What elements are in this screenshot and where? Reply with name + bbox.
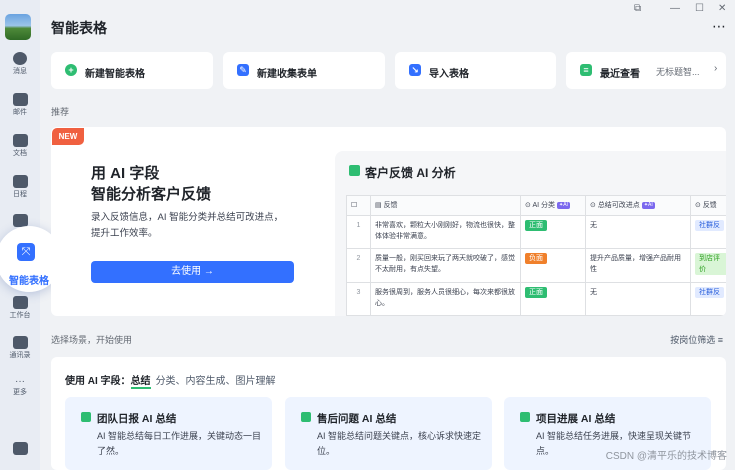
table-row[interactable]: 2 质量一般，刚买回来玩了两天就咬破了，感觉不太耐用，有点失望。 负面 提升产品… [347,249,726,283]
ai-badge: ✦AI [641,201,655,209]
status-badge: 正面 [525,220,547,231]
close-icon[interactable]: ✕ [718,3,726,14]
form-icon: ✎ [237,64,249,76]
tab-other-features[interactable]: 分类、内容生成、图片理解 [156,376,276,387]
table-icon [301,412,311,422]
sidebar-item-docs[interactable]: 文档 [0,134,40,158]
image-icon [12,214,28,227]
minimize-icon[interactable]: — [670,3,680,14]
scene-card-daily-report[interactable]: 团队日报 AI 总结 AI 智能总结每日工作进展，关键动态一目了然。 [65,397,272,470]
page-title: 智能表格 [51,20,107,36]
table-icon [520,412,530,422]
banner-description: 录入反馈信息，AI 智能分类并总结可改进点，提升工作效率。 [91,212,284,239]
sidebar-stats[interactable] [0,442,40,455]
source-tag: 到店评价 [695,253,726,275]
preview-title: 客户反馈 AI 分析 [365,166,456,180]
ai-field-icon: ⊙ [695,202,703,209]
source-tag: 社群反 [695,220,724,231]
calendar-icon [12,175,28,188]
use-ai-field-label: 使用 AI 字段： [65,376,131,387]
mail-icon [12,93,28,106]
new-form-button[interactable]: ✎ 新建收集表单 [223,52,385,89]
doc-icon [12,134,28,147]
chevron-right-icon: › [714,63,718,74]
header-feedback-source: ⊙ 反馈 [695,202,717,209]
plus-circle-icon: + [65,64,77,76]
sidebar-item-calendar[interactable]: 日程 [0,175,40,199]
sidebar-item-photos[interactable] [0,214,40,227]
go-use-button[interactable]: 去使用 → [91,261,294,283]
main-area: 智能表格 ⧉ — ☐ ✕ ⋯ + 新建智能表格 ✎ 新建收集表单 ↘ 导入表格 … [40,0,735,470]
select-all-checkbox[interactable]: ☐ [347,196,371,215]
source-tag: 社群反 [695,287,724,298]
status-badge: 负面 [525,253,547,264]
header-feedback: ▤ 反馈 [371,196,521,215]
sidebar-item-more[interactable]: ··· 更多 [0,376,40,397]
ai-field-tabs: 使用 AI 字段：总结 分类、内容生成、图片理解 [65,372,276,389]
recent-view-button[interactable]: ≡ 最近查看 无标题智... › [566,52,726,89]
avatar[interactable] [5,14,31,40]
sidebar-item-contacts[interactable]: 通讯录 [0,336,40,360]
preview-panel: 客户反馈 AI 分析 ☐ ▤ 反馈 ⊙ AI 分类 ✦AI ⊙ 总结可改进点 ✦AI… [335,151,726,316]
ai-badge: ✦AI [557,201,570,209]
banner-title-2: 智能分析客户反馈 [91,186,212,203]
scenes-label: 选择场景，开始使用 [51,335,133,345]
maximize-icon[interactable]: ☐ [695,3,704,14]
ai-field-banner: NEW 用 AI 字段 智能分析客户反馈 录入反馈信息，AI 智能分类并总结可改… [51,127,726,316]
pin-icon[interactable]: ⧉ [634,3,641,14]
new-smart-table-button[interactable]: + 新建智能表格 [51,52,213,89]
preview-table: ☐ ▤ 反馈 ⊙ AI 分类 ✦AI ⊙ 总结可改进点 ✦AI ⊙ 反馈 1 非常喜… [346,195,726,316]
banner-title-1: 用 AI 字段 [91,165,160,182]
sidebar-item-messages[interactable]: 消息 [0,52,40,76]
bar-chart-icon [12,442,28,455]
more-options-icon[interactable]: ⋯ [712,18,727,35]
new-badge: NEW [52,128,84,145]
ai-field-icon: ⊙ [590,202,598,209]
role-filter[interactable]: 按岗位筛选 ≡ [670,333,723,346]
sidebar-item-workbench[interactable]: 工作台 [0,296,40,320]
scene-card-after-sales[interactable]: 售后问题 AI 总结 AI 智能总结问题关键点，核心诉求快速定位。 [285,397,492,470]
sidebar-item-mail[interactable]: 邮件 [0,93,40,117]
watermark: CSDN @清平乐的技术博客 [605,451,727,462]
header-summary: ⊙ 总结可改进点 ✦AI [586,196,691,215]
text-field-icon: ▤ [375,202,384,209]
tab-summary[interactable]: 总结 [130,376,151,389]
smart-table-icon: ⤧ [17,243,35,261]
table-row[interactable]: 1 非常喜欢，颗粒大小刚刚好，物流也很快，整体体验非常满意。 正面 无 社群反 [347,216,726,249]
chat-icon [13,52,27,65]
recent-icon: ≡ [580,64,592,76]
dots-icon: ··· [15,376,25,387]
table-row[interactable]: 3 服务很周到，服务人员很细心，每次来都很放心。 正面 无 社群反 [347,283,726,316]
header-ai-category: ⊙ AI 分类 ✦AI [521,196,586,215]
table-icon [349,165,360,176]
status-badge: 正面 [525,287,547,298]
import-icon: ↘ [409,64,421,76]
table-icon [81,412,91,422]
recommend-label: 推荐 [51,107,70,117]
grid-icon [12,296,28,309]
table-header-row: ☐ ▤ 反馈 ⊙ AI 分类 ✦AI ⊙ 总结可改进点 ✦AI ⊙ 反馈 [347,196,726,216]
org-tree-icon [12,336,28,349]
import-table-button[interactable]: ↘ 导入表格 [395,52,556,89]
recent-file-name: 无标题智... [656,67,700,77]
